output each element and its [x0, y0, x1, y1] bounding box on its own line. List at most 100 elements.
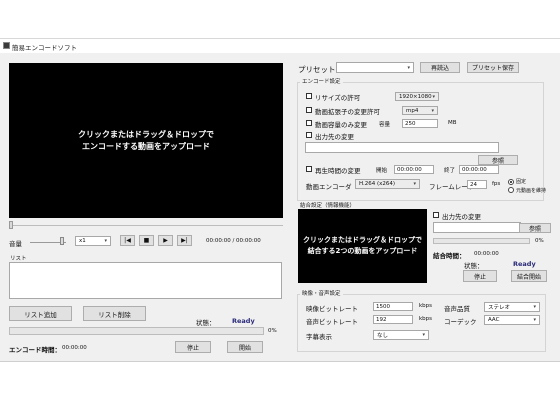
capacity-input[interactable]: 250 — [402, 119, 438, 128]
codec-select[interactable]: AAC ▾ — [484, 315, 540, 325]
merge-status-value: Ready — [513, 260, 536, 268]
codec-value: AAC — [488, 317, 500, 323]
chevron-down-icon: ▾ — [413, 181, 416, 187]
capacity-label: 容量 — [379, 122, 391, 128]
stop-button[interactable]: 停止 — [175, 341, 211, 353]
chevron-down-icon: ▾ — [533, 317, 536, 323]
preset-save-button[interactable]: プリセット保存 — [467, 62, 519, 73]
ext-value: mp4 — [406, 107, 419, 114]
remove-list-button[interactable]: リスト削除 — [83, 306, 146, 321]
preset-reload-button[interactable]: 再読込 — [420, 62, 460, 73]
play-button[interactable]: ▶ — [158, 235, 173, 246]
audio-quality-select[interactable]: ステレオ ▾ — [484, 302, 540, 312]
chevron-down-icon: ▾ — [104, 238, 107, 244]
radio-variable[interactable] — [508, 187, 514, 193]
size-only-checkbox[interactable] — [306, 120, 312, 126]
skip-back-icon: |◀ — [124, 237, 131, 244]
merge-percent: 0% — [535, 238, 544, 244]
merge-path-input[interactable] — [433, 222, 521, 233]
status-value: Ready — [232, 317, 255, 325]
framerate-input[interactable]: 24 — [467, 180, 487, 189]
fps-unit: fps — [492, 181, 501, 187]
preset-label: プリセット — [298, 65, 336, 74]
merge-time-label: 結合時間： — [433, 252, 466, 260]
av-settings-title: 映像・音声設定 — [300, 289, 343, 297]
codec-label: コーデック — [444, 318, 477, 326]
app-icon — [3, 42, 10, 49]
subtitle-label: 字幕表示 — [306, 333, 332, 341]
drop-text-line-1: クリックまたはドラッグ＆ドロップで — [78, 129, 214, 139]
resize-select[interactable]: 1920×1080 ▾ — [395, 92, 439, 101]
chevron-down-icon: ▾ — [422, 332, 425, 338]
merge-start-button[interactable]: 結合開始 — [511, 270, 547, 282]
radio-fixed-label: 固定 — [516, 179, 527, 185]
video-bitrate-input[interactable]: 1500 — [373, 302, 413, 311]
video-drop-area[interactable]: クリックまたはドラッグ＆ドロップで エンコードする動画をアップロード — [9, 63, 283, 218]
audio-bitrate-unit: kbps — [419, 316, 433, 322]
playtime-start-label: 開始 — [376, 168, 388, 174]
volume-label: 音量 — [9, 240, 22, 248]
playtime-end-input[interactable]: 00:00:00 — [459, 165, 499, 174]
chevron-down-icon: ▾ — [431, 107, 434, 114]
output-path-input[interactable] — [305, 142, 499, 153]
next-button[interactable]: ▶| — [177, 235, 192, 246]
subtitle-value: なし — [377, 333, 389, 339]
chevron-down-icon: ▾ — [407, 64, 410, 71]
ext-change-checkbox[interactable] — [306, 107, 312, 113]
encode-time-value: 00:00:00 — [62, 345, 87, 351]
seek-track[interactable] — [9, 225, 283, 226]
audio-quality-value: ステレオ — [488, 305, 511, 311]
browse-output-button[interactable]: 参照 — [478, 155, 518, 165]
radio-fixed[interactable] — [508, 179, 514, 185]
audio-bitrate-input[interactable]: 192 — [373, 315, 413, 324]
prev-button[interactable]: |◀ — [120, 235, 135, 246]
seek-handle[interactable] — [9, 221, 13, 229]
audio-bitrate-label: 音声ビットレート — [306, 318, 358, 326]
ext-select[interactable]: mp4 ▾ — [402, 106, 438, 115]
playtime-end-label: 終了 — [444, 168, 456, 174]
volume-handle[interactable] — [60, 237, 64, 245]
size-only-label: 動画容量のみ変更 — [315, 121, 367, 129]
browse-merge-button[interactable]: 参照 — [519, 223, 551, 233]
merge-drop-line-2: 結合する2つの動画をアップロード — [307, 247, 418, 255]
list-label: リスト — [10, 256, 27, 262]
resize-label: リサイズの許可 — [315, 94, 361, 102]
merge-time-value: 00:00:00 — [474, 251, 499, 257]
stop-playback-button[interactable]: ■ — [139, 235, 154, 246]
title-bar: 簡易エンコードソフト — [0, 39, 560, 53]
playtime-checkbox[interactable] — [306, 166, 312, 172]
resize-checkbox[interactable] — [306, 93, 312, 99]
output-change-label: 出力先の変更 — [315, 133, 354, 141]
video-bitrate-unit: kbps — [419, 303, 433, 309]
add-list-button[interactable]: リスト追加 — [9, 306, 72, 321]
encode-list[interactable] — [9, 262, 282, 299]
playtime-start-input[interactable]: 00:00:00 — [394, 165, 434, 174]
playtime-label: 再生時間の変更 — [315, 167, 361, 175]
chevron-down-icon: ▾ — [432, 93, 435, 100]
start-button[interactable]: 開始 — [227, 341, 263, 353]
merge-status-label: 状態： — [464, 262, 484, 270]
preset-select[interactable]: ▾ — [336, 62, 414, 73]
merge-settings-title: 結合設定（情報機能） — [298, 201, 358, 209]
merge-stop-button[interactable]: 停止 — [463, 270, 497, 282]
progress-percent: 0% — [268, 328, 277, 334]
ext-change-label: 動画拡張子の変更許可 — [315, 108, 380, 116]
encoder-value: H.264 (x264) — [359, 181, 396, 187]
play-icon: ▶ — [163, 237, 168, 244]
encode-progress-bar — [9, 327, 264, 335]
merge-output-label: 出力先の変更 — [442, 213, 481, 221]
merge-output-checkbox[interactable] — [433, 212, 439, 218]
speed-value: x1 — [79, 238, 86, 244]
audio-quality-label: 音声品質 — [444, 305, 470, 313]
video-bitrate-label: 映像ビットレート — [306, 305, 358, 313]
encoder-select[interactable]: H.264 (x264) ▾ — [355, 179, 420, 189]
merge-drop-area[interactable]: クリックまたはドラッグ＆ドロップで 結合する2つの動画をアップロード — [298, 209, 427, 283]
output-change-checkbox[interactable] — [306, 132, 312, 138]
status-label: 状態： — [196, 319, 216, 327]
speed-select[interactable]: x1 ▾ — [75, 236, 111, 246]
encode-time-label: エンコード時間： — [9, 346, 61, 354]
radio-variable-label: 元動画を維持 — [516, 188, 547, 194]
subtitle-select[interactable]: なし ▾ — [373, 330, 429, 340]
app-window: 簡易エンコードソフト クリックまたはドラッグ＆ドロップで エンコードする動画をア… — [0, 38, 560, 362]
merge-progress-bar — [433, 238, 530, 244]
